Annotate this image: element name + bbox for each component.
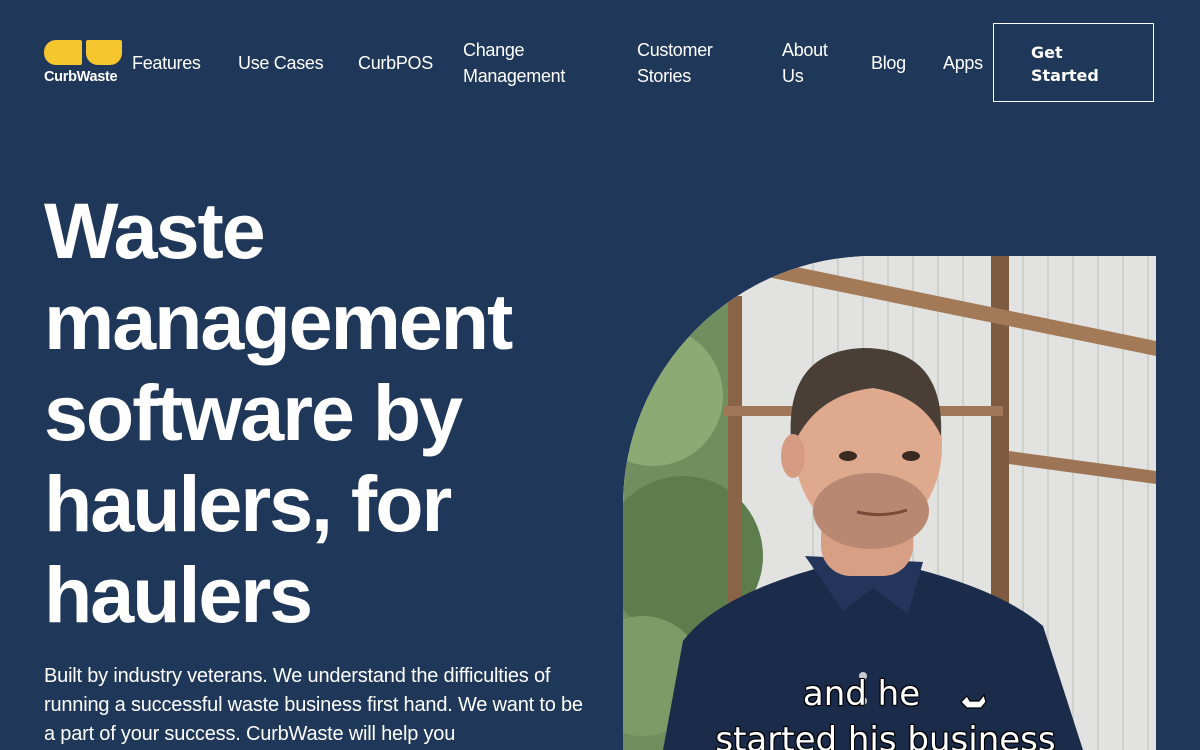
video-caption-line-1: and he [802, 673, 921, 714]
nav-about-us[interactable]: About Us [782, 37, 842, 89]
get-started-label: Get Started [1031, 43, 1099, 85]
nav-curbpos[interactable]: CurbPOS [358, 50, 433, 76]
get-started-button[interactable]: Get Started [993, 23, 1154, 102]
hero-title: Waste management software by haulers, fo… [44, 186, 513, 639]
nav-blog[interactable]: Blog [871, 50, 906, 76]
nav-use-cases[interactable]: Use Cases [238, 50, 324, 76]
fox-icon [960, 693, 987, 709]
nav-apps[interactable]: Apps [943, 50, 983, 76]
hero-description: Built by industry veterans. We understan… [44, 665, 583, 745]
curbwaste-logo[interactable]: CurbWaste [44, 40, 124, 86]
nav-features[interactable]: Features [132, 50, 201, 76]
nav-change-management[interactable]: Change Management [463, 37, 593, 89]
nav-customer-stories[interactable]: Customer Stories [637, 37, 737, 89]
logo-wordmark: CurbWaste [44, 69, 118, 85]
hero-video[interactable]: and he started his business [623, 256, 1156, 750]
logo-icon [44, 40, 124, 65]
video-caption-line-2: started his business [715, 719, 1056, 750]
